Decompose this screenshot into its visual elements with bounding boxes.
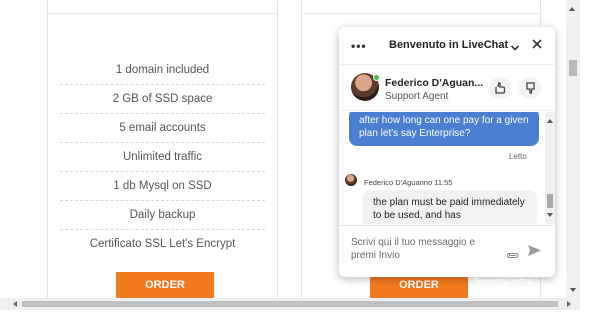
feature-item: Certificato SSL Let's Encrypt [89, 238, 236, 250]
feature-item: 1 db Mysql on SSD [60, 172, 265, 201]
scroll-right-arrow-icon[interactable] [567, 301, 571, 307]
thumbs-down-icon [526, 82, 535, 94]
order-button[interactable]: ORDER [116, 272, 214, 298]
message-meta: Federico D'Aguanno 11:55 [364, 178, 453, 187]
dots-menu-icon[interactable]: ••• [351, 39, 367, 53]
thumbs-up-button[interactable] [489, 77, 511, 99]
message-composer[interactable]: Scrivi qui il tuo messaggio e premi Invi… [339, 225, 555, 277]
chat-title: Benvenuto in LiveChat [389, 39, 509, 51]
card-header-divider [302, 0, 540, 14]
livechat-widget: ••• Benvenuto in LiveChat Federico D'Agu… [339, 27, 555, 277]
feature-item: 1 domain included [60, 56, 265, 85]
card-header-divider [48, 0, 277, 14]
scroll-down-arrow-icon[interactable] [547, 213, 553, 217]
pricing-card-basic: 1 domain included 2 GB of SSD space 5 em… [47, 0, 278, 298]
page-horizontal-scrollbar[interactable] [0, 298, 580, 310]
scroll-thumb[interactable] [22, 301, 558, 307]
scroll-thumb[interactable] [569, 60, 577, 76]
page-vertical-scrollbar[interactable] [566, 0, 580, 298]
feature-item: Unlimited traffic [60, 143, 265, 172]
chevron-down-icon[interactable] [510, 40, 520, 58]
message-input[interactable]: Scrivi qui il tuo messaggio e premi Invi… [351, 236, 501, 262]
scroll-down-arrow-icon[interactable] [570, 288, 576, 292]
feature-item: 5 email accounts [60, 114, 265, 143]
close-icon[interactable] [530, 37, 544, 56]
thumbs-down-button[interactable] [519, 77, 541, 99]
send-icon[interactable] [527, 244, 542, 262]
chat-header: ••• Benvenuto in LiveChat [339, 27, 555, 65]
agent-info: Federico D'Aguan... Support Agent [339, 65, 555, 111]
feature-item: Daily backup [60, 201, 265, 230]
bottom-strip [0, 310, 603, 316]
read-status: Letto [509, 152, 527, 161]
thumbs-up-icon [495, 82, 506, 94]
message-list: after how long can one pay for a given p… [339, 112, 555, 224]
agent-role: Support Agent [385, 91, 449, 102]
agent-avatar-small [345, 174, 357, 186]
agent-name: Federico D'Aguan... [385, 77, 484, 89]
powered-by-label[interactable]: Powered by LiveChat [475, 279, 532, 285]
agent-message: the plan must be paid immediately to be … [363, 190, 537, 224]
scroll-thumb[interactable] [547, 194, 553, 208]
message-scrollbar[interactable] [545, 112, 555, 224]
visitor-message: after how long can one pay for a given p… [349, 112, 539, 146]
scroll-up-arrow-icon[interactable] [569, 7, 575, 11]
online-status-dot [373, 74, 380, 81]
scroll-left-arrow-icon[interactable] [13, 301, 17, 307]
feature-item: 2 GB of SSD space [60, 85, 265, 114]
scroll-up-arrow-icon[interactable] [547, 119, 553, 123]
paperclip-icon[interactable] [505, 246, 519, 264]
